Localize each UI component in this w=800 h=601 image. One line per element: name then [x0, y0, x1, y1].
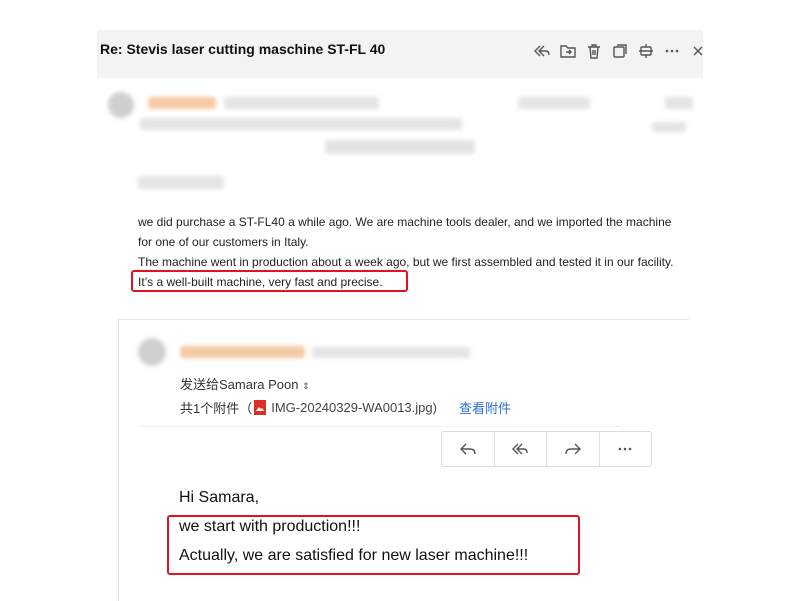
more-button[interactable]	[600, 432, 652, 466]
more-icon	[618, 447, 632, 451]
forward-icon	[565, 443, 581, 455]
email-header-bar: Re: Stevis laser cutting maschine ST-FL …	[97, 30, 703, 78]
sender-avatar	[108, 92, 134, 118]
recipient-text: 发送给Samara Poon	[180, 377, 299, 392]
recipients-redacted	[140, 118, 462, 130]
sender-email-redacted	[224, 97, 379, 109]
forward-button[interactable]	[547, 432, 600, 466]
reply-body-line-3: The machine went in production about a w…	[138, 255, 674, 269]
greeting-redacted	[138, 176, 224, 189]
reply-all-icon	[512, 443, 528, 455]
copy-icon[interactable]	[611, 42, 629, 60]
image-file-icon	[254, 400, 267, 415]
reply-icon	[459, 443, 476, 455]
reply-body-line-1: we did purchase a ST-FL40 a while ago. W…	[138, 215, 672, 229]
reply-body-line-2: for one of our customers in Italy.	[138, 235, 309, 249]
reply-all-button[interactable]	[495, 432, 547, 466]
recipient-line[interactable]: 发送给Samara Poon ⇕	[180, 374, 310, 393]
quoted-sender-avatar	[138, 338, 166, 366]
message-action-bar	[441, 431, 652, 467]
attachments-prefix: 共1个附件（	[180, 401, 253, 416]
view-attachments-link[interactable]: 查看附件	[459, 398, 511, 417]
quoted-sender-email-redacted	[312, 347, 470, 358]
sender-name-redacted	[148, 97, 216, 109]
translate-redacted	[325, 140, 475, 154]
pin-icon[interactable]	[637, 42, 655, 60]
highlight-box-quoted	[167, 515, 580, 575]
more-icon[interactable]	[663, 42, 681, 60]
reply-button[interactable]	[442, 432, 495, 466]
close-icon[interactable]	[689, 42, 707, 60]
highlight-box-reply	[131, 270, 408, 292]
attachment-name[interactable]: IMG-20240329-WA0013.jpg)	[271, 400, 437, 415]
meta-redacted	[665, 97, 693, 109]
email-subject: Re: Stevis laser cutting maschine ST-FL …	[100, 41, 386, 57]
date-redacted	[518, 97, 590, 109]
chevron-updown-icon: ⇕	[302, 381, 310, 391]
attachments-line: 共1个附件（ IMG-20240329-WA0013.jpg) 查看附件	[180, 398, 511, 417]
divider	[140, 426, 620, 427]
meta-redacted-2	[652, 122, 686, 132]
quoted-greeting: Hi Samara,	[179, 489, 260, 506]
trash-icon[interactable]	[585, 42, 603, 60]
quoted-sender-name-redacted	[180, 346, 305, 358]
move-folder-icon[interactable]	[559, 42, 577, 60]
reply-all-icon[interactable]	[533, 42, 551, 60]
